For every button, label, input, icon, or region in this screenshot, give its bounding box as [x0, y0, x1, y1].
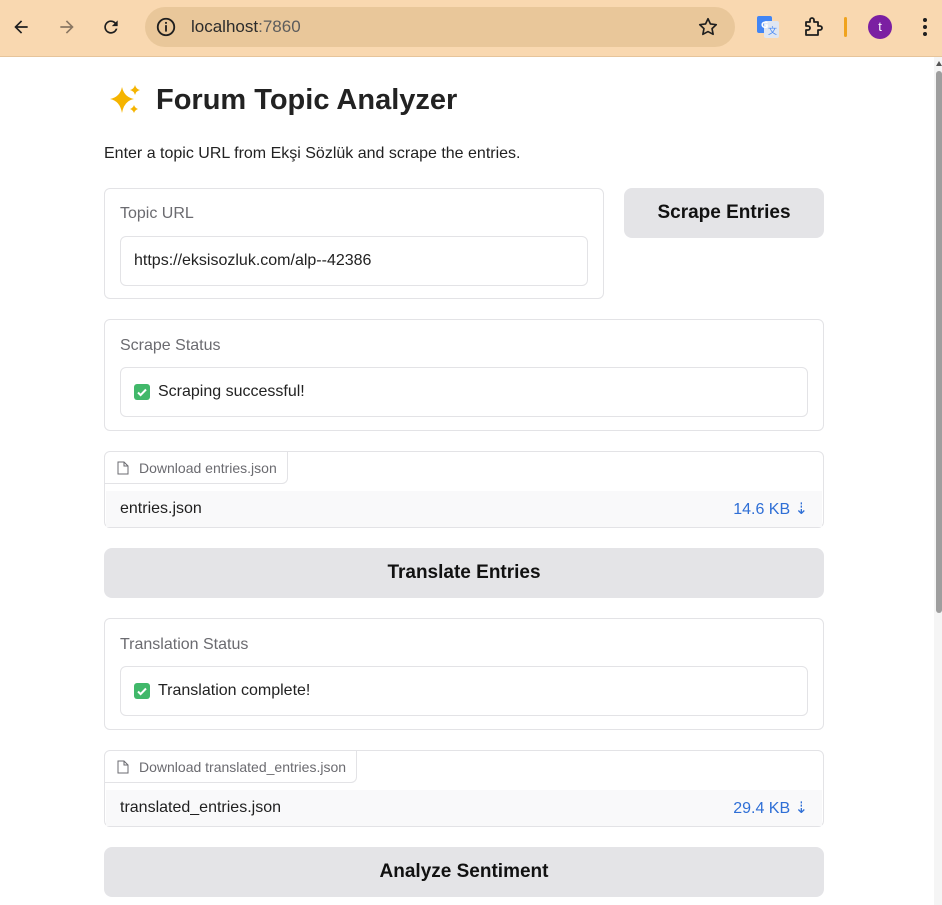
analyze-sentiment-button[interactable]: Analyze Sentiment — [104, 847, 824, 897]
translated-file-row: translated_entries.json 29.4 KB ⇣ — [106, 790, 822, 826]
page-scrollbar[interactable] — [934, 57, 942, 905]
arrow-left-icon — [14, 20, 28, 34]
translation-status-text: Translation complete! — [158, 682, 311, 699]
site-info-icon[interactable] — [155, 16, 177, 38]
download-entries-panel: Download entries.json entries.json 14.6 … — [104, 451, 824, 528]
scroll-up-arrow[interactable] — [936, 61, 942, 66]
toolbar-separator — [844, 17, 847, 37]
svg-text:文: 文 — [768, 25, 777, 37]
translate-entries-button[interactable]: Translate Entries — [104, 548, 824, 598]
scrape-status-panel: Scrape Status Scraping successful! — [104, 319, 824, 431]
scrape-entries-button[interactable]: Scrape Entries — [624, 188, 824, 238]
download-translated-label: Download translated_entries.json — [105, 751, 358, 783]
page-title: Forum Topic Analyzer — [108, 80, 457, 120]
translated-download-link[interactable]: 29.4 KB ⇣ — [733, 798, 808, 818]
scrollbar-thumb[interactable] — [936, 71, 942, 613]
topic-url-label: Topic URL — [120, 205, 194, 222]
topic-url-panel: Topic URL https://eksisozluk.com/alp--42… — [104, 188, 604, 299]
topic-url-input[interactable]: https://eksisozluk.com/alp--42386 — [120, 236, 588, 286]
extensions-puzzle-icon[interactable] — [802, 15, 826, 39]
file-icon — [117, 461, 129, 474]
page-subtitle: Enter a topic URL from Ekşi Sözlük and s… — [104, 145, 521, 162]
profile-avatar[interactable]: t — [868, 15, 892, 39]
entries-download-link[interactable]: 14.6 KB ⇣ — [733, 499, 808, 519]
check-mark-icon — [134, 384, 150, 400]
browser-toolbar: localhost:7860 G 文 t — [0, 0, 942, 57]
scrape-status-label: Scrape Status — [120, 337, 221, 354]
entries-filename: entries.json — [120, 500, 202, 517]
entries-file-row: entries.json 14.6 KB ⇣ — [106, 491, 822, 527]
sparkles-icon — [110, 85, 140, 113]
forward-button[interactable] — [50, 10, 84, 44]
arrow-right-icon — [60, 20, 74, 34]
bookmark-star-icon[interactable] — [697, 16, 719, 38]
scrape-status-text: Scraping successful! — [158, 383, 305, 400]
back-button[interactable] — [4, 10, 38, 44]
translated-filename: translated_entries.json — [120, 799, 281, 816]
file-icon — [117, 760, 129, 773]
translation-status-panel: Translation Status Translation complete! — [104, 618, 824, 730]
download-translated-panel: Download translated_entries.json transla… — [104, 750, 824, 827]
reload-button[interactable] — [94, 10, 128, 44]
reload-icon — [104, 20, 118, 34]
translation-status-label: Translation Status — [120, 636, 249, 653]
url-text: localhost:7860 — [191, 17, 301, 36]
page-title-text: Forum Topic Analyzer — [156, 83, 458, 116]
download-entries-label: Download entries.json — [105, 452, 288, 484]
scrape-status-field: Scraping successful! — [120, 367, 808, 417]
check-mark-icon — [134, 683, 150, 699]
address-bar[interactable]: localhost:7860 — [145, 7, 735, 47]
translation-status-field: Translation complete! — [120, 666, 808, 716]
translate-extension-icon[interactable]: G 文 — [756, 15, 780, 39]
menu-kebab-icon[interactable] — [916, 15, 934, 39]
